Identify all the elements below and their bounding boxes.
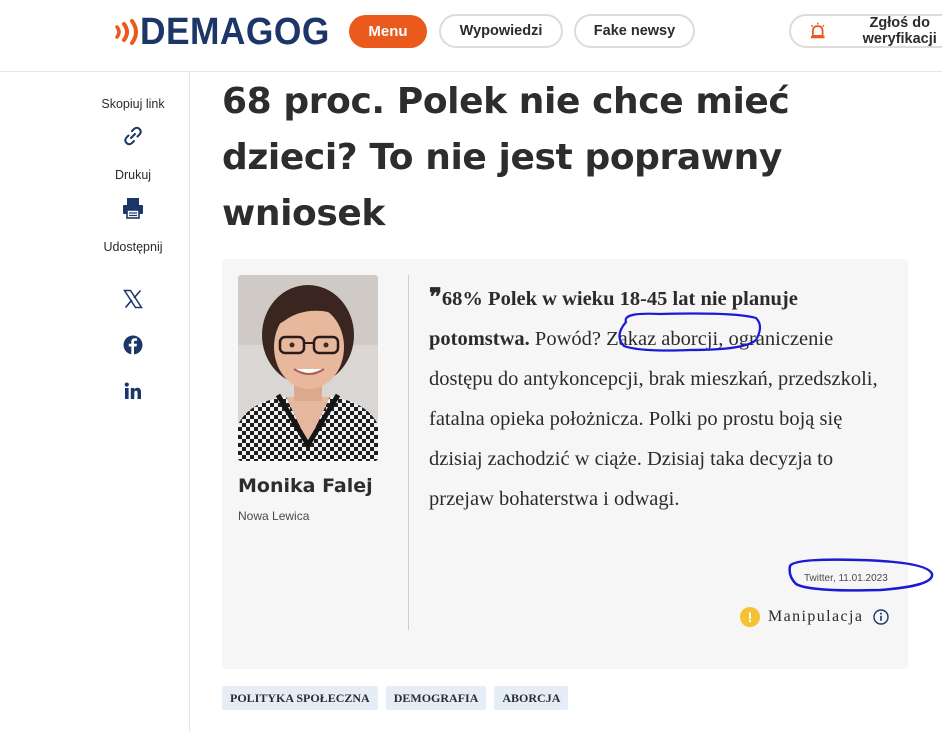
- site-header: DEMAGOG Menu Wypowiedzi Fake newsy Zgłoś…: [0, 0, 942, 72]
- author-party: Nowa Lewica: [238, 509, 310, 523]
- info-icon[interactable]: [873, 609, 890, 625]
- linkedin-icon[interactable]: [121, 379, 145, 403]
- tag-item[interactable]: POLITYKA SPOŁECZNA: [222, 686, 378, 710]
- facebook-icon[interactable]: [121, 333, 145, 357]
- demagog-logo[interactable]: DEMAGOG: [112, 10, 344, 53]
- menu-button[interactable]: Menu: [349, 15, 427, 48]
- statement-card: Monika Falej Nowa Lewica ❞68% Polek w wi…: [222, 259, 908, 669]
- share-label: Udostępnij: [103, 240, 163, 254]
- x-icon[interactable]: [121, 287, 145, 311]
- link-icon[interactable]: [121, 124, 145, 148]
- nav-wypowiedzi[interactable]: Wypowiedzi: [439, 14, 563, 48]
- siren-icon: [810, 22, 825, 39]
- report-button[interactable]: Zgłoś do weryfikacji: [789, 14, 942, 48]
- tag-list: POLITYKA SPOŁECZNA DEMOGRAFIA ABORCJA: [222, 686, 569, 710]
- quote-text-rest: ograniczenie dostępu do antykoncepcji, b…: [429, 328, 878, 510]
- quote-mark-icon: ❞: [429, 282, 442, 311]
- print-label[interactable]: Drukuj: [76, 168, 190, 182]
- share-sidebar: Skopiuj link Drukuj Udostępnij: [76, 72, 190, 732]
- statement-source: Twitter, 11.01.2023: [804, 573, 888, 584]
- quote-marked-text: Zakaz aborcji,: [606, 328, 724, 350]
- tag-item[interactable]: DEMOGRAFIA: [385, 686, 487, 710]
- verdict[interactable]: ! Manipulacja: [740, 607, 890, 627]
- quote-text-before-mark: Powód?: [529, 328, 607, 350]
- nav-fake-newsy[interactable]: Fake newsy: [574, 14, 695, 48]
- statement-quote: ❞68% Polek w wieku 18-45 lat nie planuje…: [429, 277, 889, 519]
- logo-text: DEMAGOG: [140, 10, 330, 53]
- article-title: 68 proc. Polek nie chce mieć dzieci? To …: [222, 81, 790, 234]
- tag-item[interactable]: ABORCJA: [494, 686, 569, 710]
- author-name[interactable]: Monika Falej: [238, 475, 373, 497]
- verdict-label: Manipulacja: [768, 608, 864, 625]
- report-label: Zgłoś do weryfikacji: [862, 15, 937, 47]
- copy-link-label[interactable]: Skopiuj link: [76, 97, 190, 111]
- author-photo: [238, 275, 378, 461]
- printer-icon[interactable]: [121, 196, 145, 220]
- warning-icon: !: [740, 607, 760, 627]
- card-divider: [408, 275, 409, 630]
- broadcast-waves-icon: [115, 19, 138, 45]
